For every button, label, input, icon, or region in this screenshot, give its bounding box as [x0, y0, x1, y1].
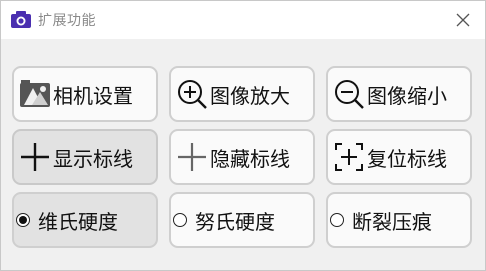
- show-marker-label: 显示标线: [53, 146, 133, 171]
- close-icon: [456, 13, 470, 27]
- camera-settings-label: 相机设置: [53, 83, 133, 108]
- title-bar: 扩展功能: [1, 1, 485, 39]
- camera-app-icon: [10, 9, 32, 31]
- vickers-hardness-label: 维氏硬度: [38, 209, 118, 234]
- zoom-out-button[interactable]: 图像缩小: [326, 66, 472, 122]
- knoop-hardness-option[interactable]: 努氏硬度: [169, 192, 315, 248]
- crosshair-icon: [18, 140, 52, 174]
- zoom-in-label: 图像放大: [210, 83, 290, 108]
- camera-settings-button[interactable]: 相机设置: [12, 66, 158, 122]
- zoom-in-icon: [175, 77, 209, 111]
- camera-settings-icon: [18, 77, 52, 111]
- vickers-hardness-option[interactable]: 维氏硬度: [12, 192, 158, 248]
- reset-crosshair-icon: [332, 140, 366, 174]
- hide-marker-button[interactable]: 隐藏标线: [169, 129, 315, 185]
- reset-marker-label: 复位标线: [367, 146, 447, 171]
- show-marker-button[interactable]: 显示标线: [12, 129, 158, 185]
- extension-dialog: 扩展功能 相机设置 图像放大 图像缩小 显示标线 隐藏标线 复位标线 维氏硬度 …: [0, 0, 486, 271]
- close-button[interactable]: [449, 6, 477, 34]
- fracture-indentation-option[interactable]: 断裂压痕: [326, 192, 472, 248]
- fracture-indentation-label: 断裂压痕: [352, 209, 432, 234]
- zoom-out-icon: [332, 77, 366, 111]
- radio-unselected-icon: [173, 213, 187, 227]
- crosshair-light-icon: [175, 140, 209, 174]
- zoom-out-label: 图像缩小: [367, 83, 447, 108]
- zoom-in-button[interactable]: 图像放大: [169, 66, 315, 122]
- window-title: 扩展功能: [38, 13, 96, 29]
- knoop-hardness-label: 努氏硬度: [195, 209, 275, 234]
- radio-unselected-icon: [330, 213, 344, 227]
- hide-marker-label: 隐藏标线: [210, 146, 290, 171]
- radio-selected-icon: [16, 213, 30, 227]
- reset-marker-button[interactable]: 复位标线: [326, 129, 472, 185]
